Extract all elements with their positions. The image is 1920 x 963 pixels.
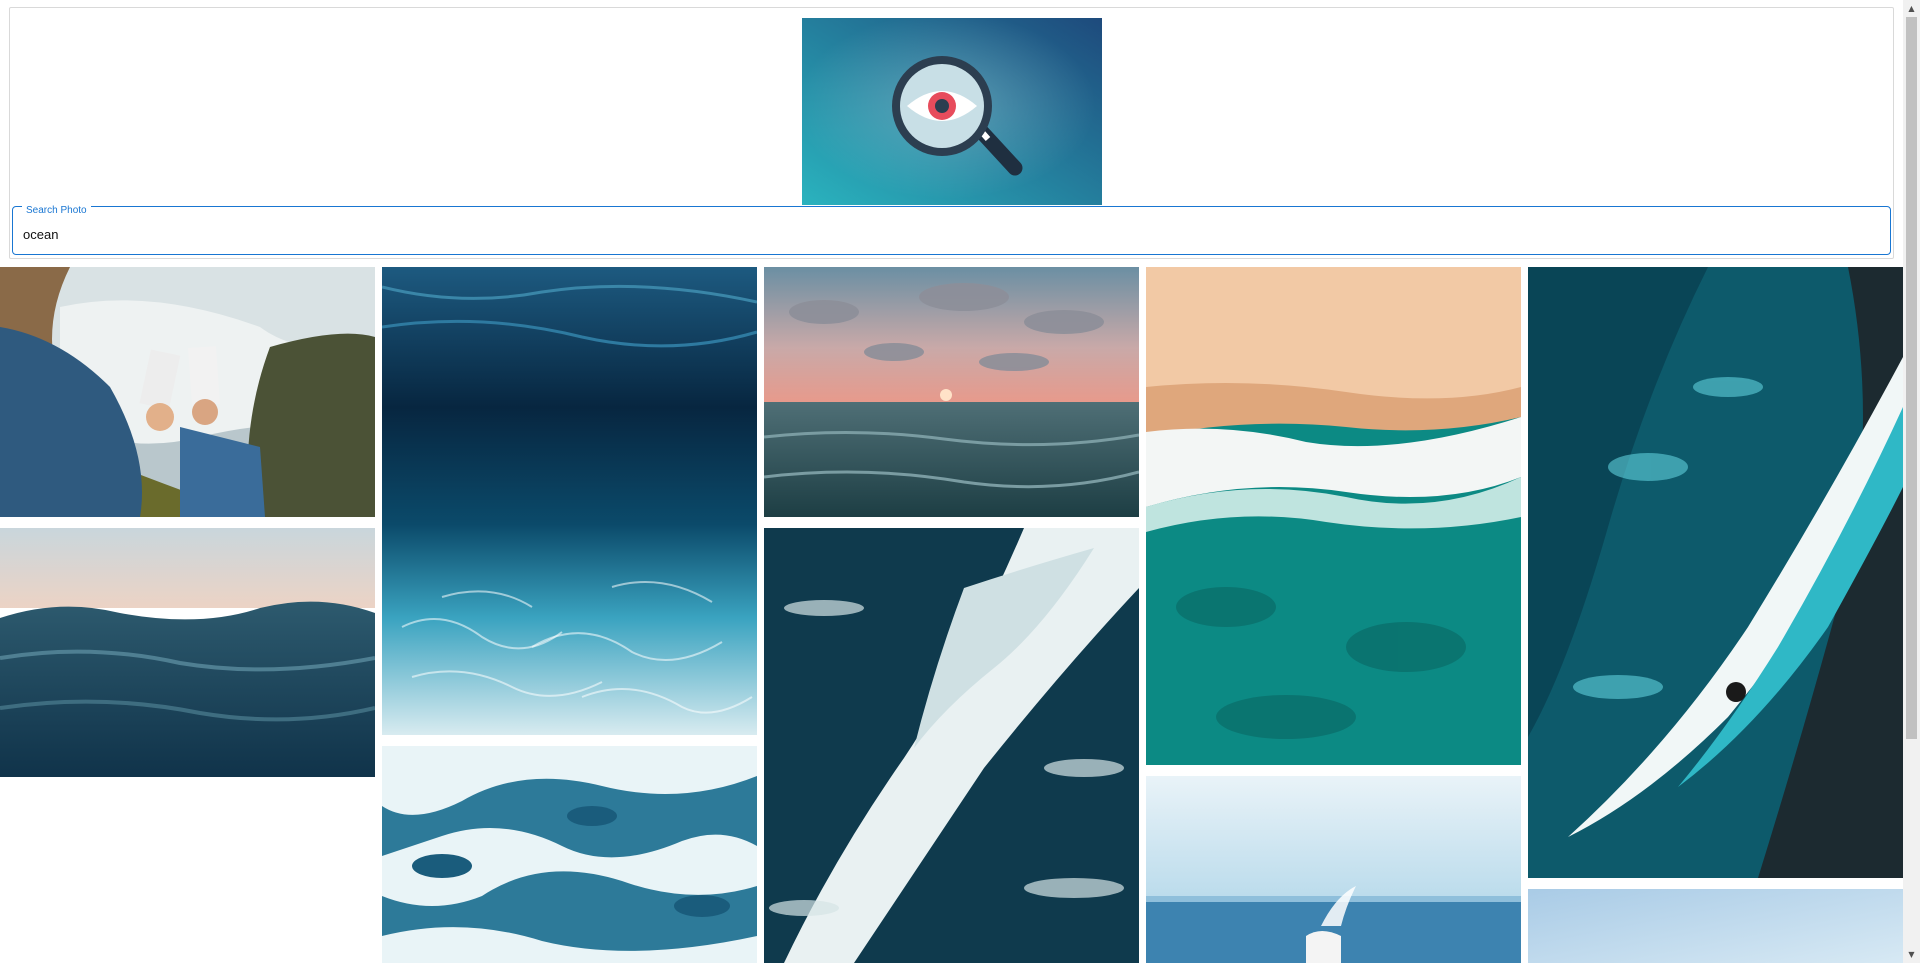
photo-aerial-surf-rocks[interactable] bbox=[1528, 267, 1903, 878]
photo-foamy-waves[interactable] bbox=[382, 746, 757, 963]
photo-sunset-ocean[interactable] bbox=[764, 267, 1139, 517]
photo-boxed-water-splash[interactable] bbox=[1146, 776, 1521, 963]
scrollbar-thumb[interactable] bbox=[1906, 17, 1917, 739]
search-label: Search Photo bbox=[22, 205, 91, 217]
photo-blue-sky-bottom[interactable] bbox=[1528, 889, 1903, 963]
scroll-up-arrow-icon[interactable]: ▲ bbox=[1903, 0, 1920, 17]
photo-beach-aerial[interactable] bbox=[1146, 267, 1521, 765]
photo-aerial-dark-wave[interactable] bbox=[764, 528, 1139, 963]
photo-couple-boxed-water[interactable] bbox=[0, 267, 375, 517]
magnifier-eye-icon bbox=[802, 18, 1102, 205]
scroll-down-arrow-icon[interactable]: ▼ bbox=[1903, 946, 1920, 963]
photo-calm-water-surface[interactable] bbox=[0, 528, 375, 777]
search-input[interactable] bbox=[14, 222, 1874, 246]
photo-underwater-light[interactable] bbox=[382, 267, 757, 735]
